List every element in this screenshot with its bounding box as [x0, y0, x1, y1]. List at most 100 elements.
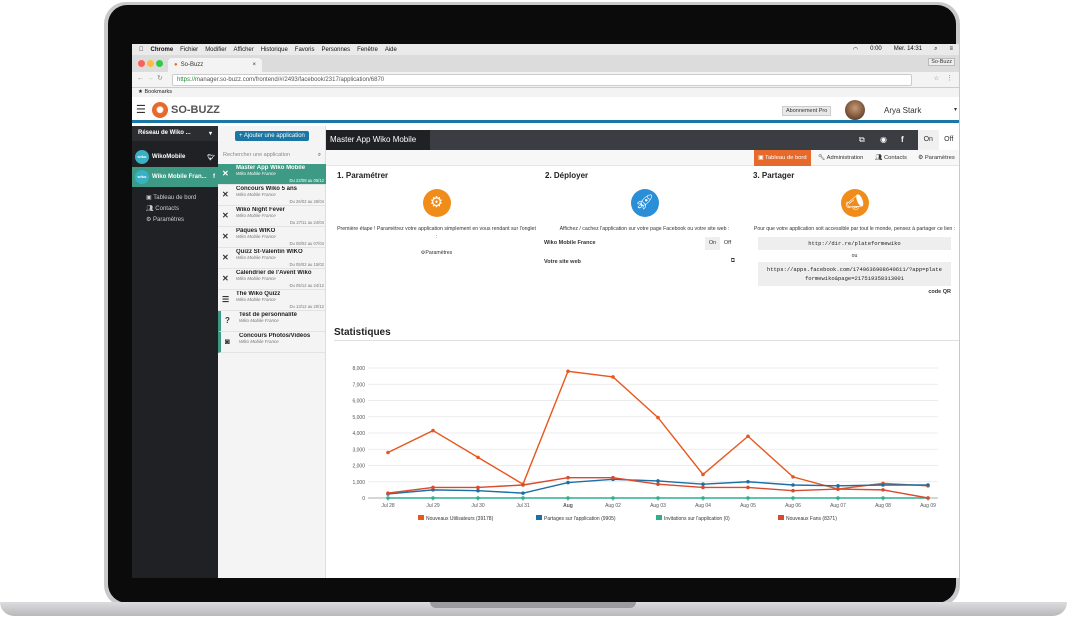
step-title: 3. Partager [753, 171, 795, 180]
profile-button[interactable]: So-Buzz [928, 58, 955, 66]
account-facebook[interactable]: wiko Wiko Mobile Fran... f [132, 167, 218, 187]
data-point [746, 485, 750, 490]
submenu-dashboard[interactable]: ▣ Tableau de bord [132, 192, 218, 203]
hamburger-icon[interactable]: ☰ [136, 103, 146, 116]
app-titlebar: Master App Wiko Mobile ⧉ ◉ f On Off [326, 130, 959, 150]
toggle-off[interactable]: Off [938, 130, 959, 150]
bookmarks-label[interactable]: Bookmarks [144, 89, 172, 95]
back-icon[interactable]: ← [137, 75, 144, 82]
clock[interactable]: Mer. 14:31 [894, 46, 922, 53]
app-page: Wiko Mobile France [236, 276, 276, 281]
menu-aide[interactable]: Aide [385, 47, 397, 53]
menu-modifier[interactable]: Modifier [205, 47, 226, 53]
menu-favoris[interactable]: Favoris [295, 47, 315, 53]
url-input[interactable]: https://manager.so-buzz.com/frontend/#/2… [172, 74, 912, 86]
forward-icon[interactable]: → [147, 75, 154, 82]
bookmarks-bar: ★ Bookmarks [132, 88, 959, 97]
bookmark-star-icon[interactable]: ☆ [934, 75, 939, 82]
data-point [701, 485, 705, 490]
logo[interactable]: ✺ SO-BUZZ [152, 102, 220, 118]
step-share: 3. Partager 📣︎ Pour que votre applicatio… [750, 171, 959, 295]
x-tick-label: Aug 02 [605, 503, 621, 509]
menu-afficher[interactable]: Afficher [234, 47, 254, 53]
browser-tab[interactable]: ● So-Buzz × [168, 58, 262, 72]
short-link[interactable]: http://dir.re/plateformewiko [758, 237, 951, 250]
data-point [791, 483, 795, 487]
submenu-label: Paramètres [153, 217, 185, 223]
external-link-icon[interactable]: ⧉ [731, 258, 735, 265]
list-item[interactable]: ✕ Concours Wiko 5 ans Wiko Mobile France Du… [218, 185, 326, 206]
menu-historique[interactable]: Historique [261, 47, 288, 53]
menu-chrome[interactable]: Chrome [151, 47, 174, 53]
data-point [656, 496, 660, 500]
list-item[interactable]: ◙ Concours Photos/Vidéos Wiko Mobile Franc… [218, 332, 326, 353]
x-tick-label: Aug 05 [740, 503, 756, 509]
zoom-window-icon[interactable] [156, 60, 163, 67]
settings-link[interactable]: ⚙Paramètres [334, 249, 539, 257]
menu-list-icon[interactable]: ≡ [949, 46, 953, 53]
list-item[interactable]: ✕ Master App Wiko Mobile Wiko Mobile Franc… [218, 164, 326, 185]
qr-code-link[interactable]: code QR [750, 289, 951, 295]
website-label: Votre site web [544, 259, 581, 265]
add-application-button[interactable]: + Ajouter une application [235, 131, 309, 141]
menu-dots-icon[interactable]: ⋮ [946, 74, 953, 82]
data-point [881, 496, 885, 500]
laptop-notch [430, 602, 636, 608]
wifi-icon[interactable]: ◠ [853, 46, 858, 53]
menu-personnes[interactable]: Personnes [321, 47, 350, 53]
list-item[interactable]: ✕ Pâques WIKO Wiko Mobile France Du 08/02 a… [218, 227, 326, 248]
tab-contacts[interactable]: 👥︎ Contacts [871, 150, 911, 166]
close-window-icon[interactable] [138, 60, 145, 67]
list-item[interactable]: ✕ Wiko Night Fever Wiko Mobile France Du 27… [218, 206, 326, 227]
copy-icon[interactable]: ⧉ [859, 135, 865, 145]
data-point [566, 369, 570, 374]
toggle-on[interactable]: On [918, 130, 939, 150]
eye-icon[interactable]: ◉ [880, 135, 887, 144]
app-toggle[interactable]: On Off [918, 130, 959, 150]
data-point [791, 496, 795, 500]
x-tick-label: Aug 08 [875, 503, 891, 509]
page-toggle[interactable]: On Off [705, 237, 735, 250]
list-item[interactable]: ✕ Calendrier de l'Avent Wiko Wiko Mobile F… [218, 269, 326, 290]
y-tick-label: 8,000 [352, 366, 365, 372]
reload-icon[interactable]: ↻ [157, 74, 163, 82]
plan-badge[interactable]: Abonnement Pro [782, 106, 832, 116]
tab-settings[interactable]: ⚙ Paramètres [914, 150, 959, 166]
list-item[interactable]: ✕ Quizz St-Valentin WIKO Wiko Mobile Franc… [218, 248, 326, 269]
x-tick-label: Aug 06 [785, 503, 801, 509]
submenu-settings[interactable]: ⚙ Paramètres [132, 214, 218, 225]
data-point [656, 482, 660, 486]
search-icon[interactable]: ⌕ [934, 46, 937, 53]
tab-close-icon[interactable]: × [252, 62, 256, 68]
avatar[interactable] [845, 100, 865, 120]
list-item[interactable]: ☰ The Wiko Quizz Wiko Mobile France Du 13/1… [218, 290, 326, 311]
tab-dashboard[interactable]: ▣ Tableau de bord [754, 150, 811, 166]
app-page: Wiko Mobile France [239, 339, 279, 344]
search-application-input[interactable]: Rechercher une application ⌕ [220, 150, 324, 162]
long-link[interactable]: https://apps.facebook.com/17496369086406… [758, 262, 951, 286]
data-point [746, 479, 750, 484]
step-title: 2. Déployer [545, 171, 589, 180]
menu-fichier[interactable]: Fichier [180, 47, 198, 53]
submenu-contacts[interactable]: 👥︎ Contacts [132, 203, 218, 214]
app-type-icon: ✕ [222, 232, 229, 241]
tab-administration[interactable]: 🔧︎ Administration [814, 150, 867, 166]
toggle-off[interactable]: Off [720, 237, 735, 250]
y-tick-label: 0 [362, 496, 365, 502]
facebook-icon[interactable]: f [901, 135, 904, 144]
user-name[interactable]: Arya Stark [884, 106, 921, 115]
search-placeholder: Rechercher une application [223, 152, 290, 158]
x-tick-label: Aug 03 [650, 503, 666, 509]
chevron-down-icon[interactable]: ▾ [954, 106, 957, 113]
toggle-on[interactable]: On [705, 237, 720, 250]
minimize-window-icon[interactable] [147, 60, 154, 67]
battery-label[interactable]: 0:00 [870, 46, 882, 53]
y-tick-label: 2,000 [352, 464, 365, 470]
network-select[interactable]: Réseau de Wiko ... ▾ [132, 126, 218, 141]
list-item[interactable]: ? Test de personnalité Wiko Mobile France [218, 311, 326, 332]
submenu-label: Tableau de bord [153, 195, 197, 201]
menu-fenetre[interactable]: Fenêtre [357, 47, 378, 53]
data-point [476, 496, 480, 500]
apple-icon[interactable]:  [139, 47, 144, 53]
account-twitter[interactable]: wiko WikoMobile 🐦︎ [132, 147, 218, 167]
